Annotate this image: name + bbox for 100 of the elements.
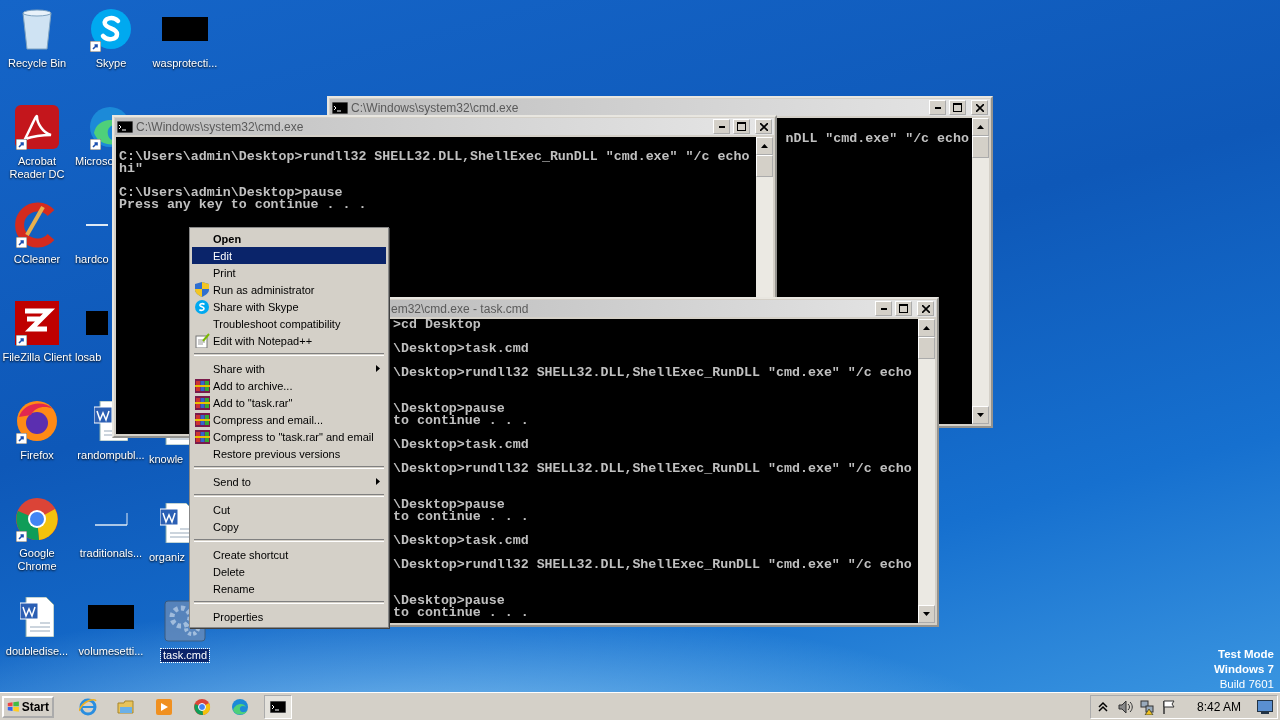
console-icon — [332, 101, 348, 114]
desktop-icon-label[interactable]: losab — [74, 351, 103, 364]
menu-item[interactable]: Add to "task.rar" — [192, 394, 386, 411]
four-pane-flag-icon — [7, 699, 20, 714]
desktop-icon-label[interactable]: hardco — [74, 253, 110, 266]
start-button[interactable]: Start — [2, 695, 54, 718]
window-title: em32\cmd.exe - task.cmd — [391, 301, 530, 316]
menu-item[interactable]: Add to archive... — [192, 377, 386, 394]
menu-item[interactable]: Edit — [192, 247, 386, 264]
console-line: >cd Desktop — [393, 319, 481, 331]
desktop-icon-label[interactable]: Recycle Bin — [5, 57, 69, 70]
caret-up-icon — [977, 125, 984, 129]
menu-item[interactable]: Troubleshoot compatibility — [192, 315, 386, 332]
file-icon — [94, 512, 128, 526]
chrome-icon — [193, 697, 211, 716]
archive-icon — [194, 429, 210, 444]
console-line: to continue . . . — [393, 511, 529, 523]
flag-icon[interactable] — [1160, 698, 1177, 715]
menu-item[interactable]: Open — [192, 230, 386, 247]
menu-item[interactable]: Properties — [192, 608, 386, 625]
menu-item[interactable]: Share with — [192, 360, 386, 377]
close-button[interactable] — [971, 100, 988, 115]
desktop-icon-label[interactable]: organiz — [148, 551, 187, 564]
maximize-icon — [953, 103, 962, 112]
scroll-down-button[interactable] — [972, 406, 989, 424]
console-line: to continue . . . — [393, 415, 529, 427]
desktop-icon-label[interactable]: wasprotecti... — [150, 57, 220, 70]
file-thumbnail-icon — [86, 311, 108, 335]
shield-icon — [195, 282, 209, 297]
menu-item[interactable]: Restore previous versions — [192, 445, 386, 462]
desktop-icon-label[interactable]: traditionals... — [77, 547, 145, 560]
maximize-button[interactable] — [949, 100, 966, 115]
console-icon — [117, 120, 133, 133]
desktop-icon-label[interactable]: doubledise... — [3, 645, 71, 658]
menu-item[interactable]: Run as administrator — [192, 281, 386, 298]
desktop-icon-label[interactable]: FileZilla Client — [0, 351, 74, 364]
scroll-thumb[interactable] — [756, 155, 773, 177]
file-thumbnail-icon — [88, 605, 134, 629]
show-desktop-icon[interactable] — [1257, 699, 1273, 714]
scroll-thumb[interactable] — [918, 337, 935, 359]
scroll-down-button[interactable] — [918, 605, 935, 623]
maximize-button[interactable] — [733, 119, 750, 134]
console-line: to continue . . . — [393, 607, 529, 619]
window-title: C:\Windows\system32\cmd.exe — [136, 119, 305, 134]
close-button[interactable] — [917, 301, 934, 316]
menu-item[interactable]: Rename — [192, 580, 386, 597]
desktop-icon-label[interactable]: Firefox — [18, 449, 56, 462]
caret-down-icon — [923, 612, 930, 616]
minimize-button[interactable] — [713, 119, 730, 134]
menu-item[interactable]: Edit with Notepad++ — [192, 332, 386, 349]
close-icon — [975, 103, 984, 112]
console-line: Press any key to continue . . . — [119, 199, 367, 211]
network-icon[interactable] — [1138, 698, 1155, 715]
scroll-up-button[interactable] — [918, 319, 935, 337]
console-line: \Desktop>task.cmd — [393, 439, 529, 451]
notepad-icon — [194, 333, 210, 348]
minimize-button[interactable] — [875, 301, 892, 316]
desktop-icon-label[interactable]: randompubl... — [75, 449, 147, 462]
console-line: \Desktop>pause — [393, 403, 505, 415]
menu-item[interactable]: Create shortcut — [192, 546, 386, 563]
word-document-icon — [20, 597, 54, 637]
menu-item[interactable]: Print — [192, 264, 386, 281]
menu-item[interactable]: Compress to "task.rar" and email — [192, 428, 386, 445]
taskbar-button[interactable] — [264, 694, 292, 719]
menu-item[interactable]: Compress and email... — [192, 411, 386, 428]
edge-icon — [231, 697, 249, 716]
scroll-up-button[interactable] — [972, 118, 989, 136]
desktop-icon-label[interactable]: volumesetti... — [76, 645, 146, 658]
console-line: C:\Users\admin\Desktop>pause — [119, 187, 343, 199]
minimize-icon — [880, 307, 887, 310]
console-line: \Desktop>rundll32 SHELL32.DLL,ShellExec_RunDLL "cmd.exe" "/c echo — [393, 559, 912, 574]
console-line: \Desktop>pause — [393, 499, 505, 511]
console-line: C:\Users\admin\Desktop>rundll32 SHELL32.DLL,ShellExec_RunDLL "cmd.exe" "/c echo — [119, 151, 750, 163]
console-line: \Desktop>task.cmd — [393, 535, 529, 547]
scroll-up-button[interactable] — [756, 137, 773, 155]
scroll-thumb[interactable] — [972, 136, 989, 158]
clock[interactable]: 8:42 AM — [1196, 699, 1241, 714]
menu-item[interactable]: Delete — [192, 563, 386, 580]
minimize-button[interactable] — [929, 100, 946, 115]
maximize-button[interactable] — [895, 301, 912, 316]
menu-item[interactable]: Copy — [192, 518, 386, 535]
system-notice-text: Build 7601 — [1219, 677, 1274, 692]
desktop-icon-label[interactable]: CCleaner — [11, 253, 63, 266]
desktop-icon-label[interactable]: task.cmd — [161, 649, 209, 662]
menu-item[interactable]: Send to — [192, 473, 386, 490]
menu-item[interactable]: Cut — [192, 501, 386, 518]
console-icon — [270, 700, 286, 713]
close-button[interactable] — [755, 119, 772, 134]
desktop-icon-label[interactable]: Skype — [93, 57, 129, 70]
caret-down-icon — [977, 413, 984, 417]
archive-icon — [194, 395, 210, 410]
desktop-icon-label[interactable]: knowle — [148, 453, 185, 466]
menu-item[interactable]: Share with Skype — [192, 298, 386, 315]
speaker-icon[interactable] — [1116, 698, 1133, 715]
console-line: \Desktop>rundll32 SHELL32.DLL,ShellExec_RunDLL "cmd.exe" "/c echo — [393, 367, 912, 382]
desktop-icon-label[interactable]: Acrobat Reader DC — [0, 155, 74, 181]
desktop-icon-label[interactable]: Google Chrome — [0, 547, 74, 573]
acrobat-icon — [13, 103, 61, 151]
archive-icon — [194, 412, 210, 427]
desktop-icon-label[interactable]: Microso — [74, 155, 115, 168]
